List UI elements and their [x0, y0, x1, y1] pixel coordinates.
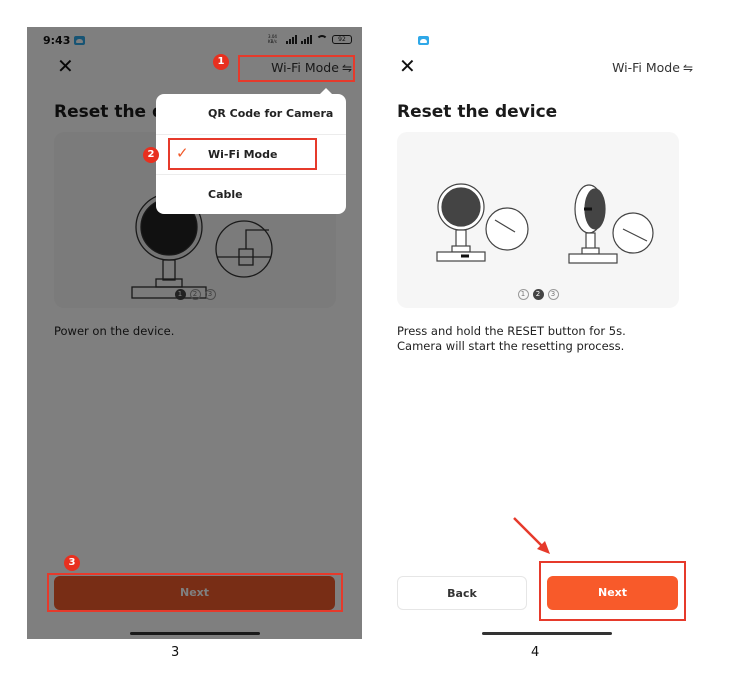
annotation-box-2	[168, 138, 317, 170]
carousel-dot-2[interactable]: 2	[532, 289, 544, 300]
annotation-box-1	[238, 55, 355, 82]
mode-label: Wi-Fi Mode	[612, 60, 680, 75]
annotation-arrow-icon	[513, 517, 550, 554]
caption-step-3: 3	[171, 645, 180, 660]
back-button[interactable]: Back	[397, 576, 527, 610]
annotation-number-2: 2	[143, 147, 159, 163]
close-icon[interactable]: ✕	[399, 56, 417, 76]
carousel-dot-3[interactable]: 3	[547, 289, 559, 300]
carousel-dot-1[interactable]: 1	[517, 289, 529, 300]
annotation-highlight-next	[539, 561, 686, 621]
annotation-box-3	[47, 573, 343, 612]
phone-screen-step-4: ✕ Wi-Fi Mode ⇋ Reset the device 1 2 3 Pr…	[384, 27, 709, 639]
reset-button-illustration	[436, 183, 654, 264]
caption-step-4: 4	[531, 645, 540, 660]
menu-item-cable[interactable]: Cable	[156, 174, 346, 214]
phone-screen-step-3: 9:43 3.04 KB/s 92 ✕ Wi-Fi Mode⇋ Reset th…	[27, 27, 362, 639]
instruction-line-2: Camera will start the resetting process.	[397, 339, 625, 353]
page-title: Reset the device	[397, 102, 558, 122]
annotation-number-1: 1	[213, 54, 229, 70]
menu-item-label: Cable	[208, 188, 243, 201]
cloud-icon	[418, 36, 429, 45]
instruction-text: Press and hold the RESET button for 5s. …	[397, 324, 626, 354]
annotation-number-3: 3	[64, 555, 80, 571]
illustration-card[interactable]: 1 2 3	[397, 132, 679, 308]
home-indicator	[481, 632, 612, 635]
instruction-line-1: Press and hold the RESET button for 5s.	[397, 324, 626, 338]
swap-arrows-icon: ⇋	[682, 61, 693, 75]
connection-mode-selector[interactable]: Wi-Fi Mode⇋	[612, 60, 693, 75]
carousel-indicator: 1 2 3	[397, 289, 679, 300]
menu-item-qr-code[interactable]: QR Code for Camera	[156, 94, 346, 134]
menu-item-label: QR Code for Camera	[208, 107, 334, 120]
